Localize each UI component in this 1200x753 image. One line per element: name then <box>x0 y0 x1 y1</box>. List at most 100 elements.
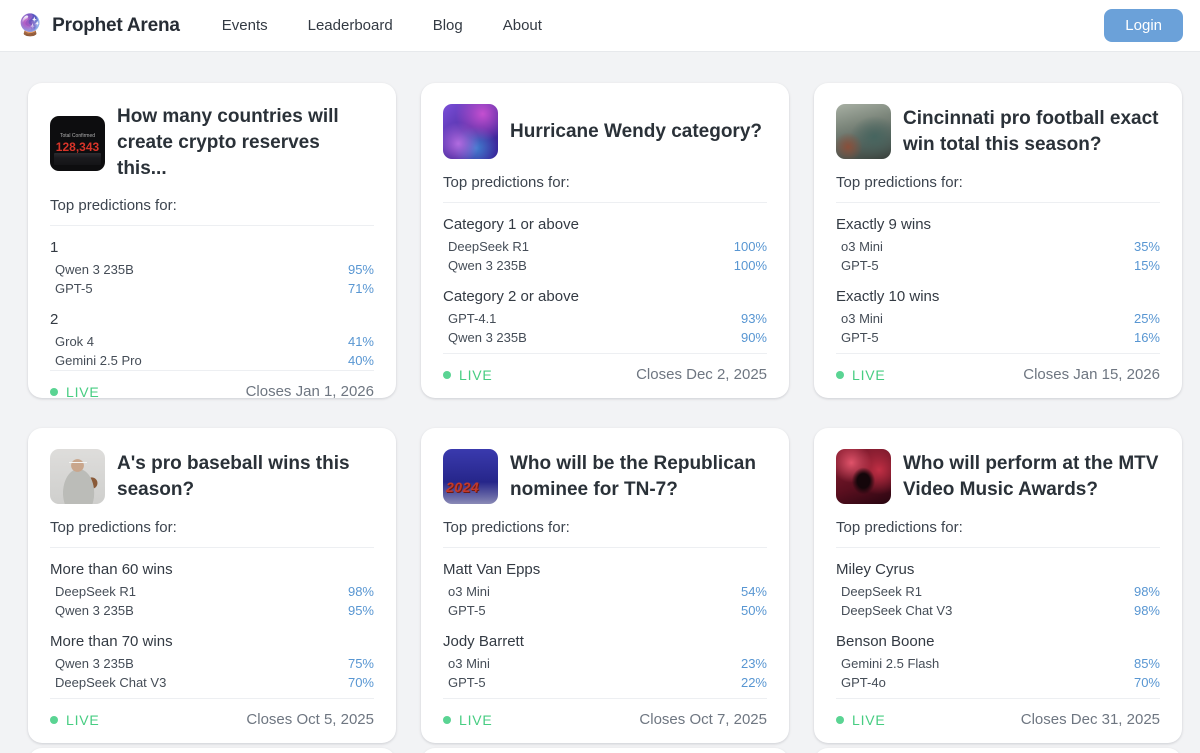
live-status-badge: LIVE <box>836 712 886 728</box>
event-card[interactable]: A's pro baseball wins this season? Top p… <box>28 428 396 743</box>
outcome-group: Category 2 or aboveGPT-4.193%Qwen 3 235B… <box>443 288 767 347</box>
live-dot-icon <box>50 388 58 396</box>
events-page: Total Confirmed128,343 How many countrie… <box>28 83 1182 753</box>
card-footer: LIVE Closes Oct 5, 2025 <box>50 698 374 728</box>
outcome-name: Exactly 9 wins <box>836 216 1160 233</box>
next-row-peek <box>28 748 1182 753</box>
thumbnail-text: Total Confirmed <box>60 133 95 139</box>
event-card[interactable]: Hurricane Wendy category? Top prediction… <box>421 83 789 398</box>
event-title: Who will perform at the MTV Video Music … <box>903 451 1160 503</box>
model-name: o3 Mini <box>841 239 883 254</box>
outcomes-list: Miley CyrusDeepSeek R198%DeepSeek Chat V… <box>836 548 1160 698</box>
nav-link-blog[interactable]: Blog <box>433 17 463 34</box>
live-dot-icon <box>836 716 844 724</box>
prediction-row: o3 Mini 54% <box>443 582 767 601</box>
prediction-row: GPT-516% <box>836 328 1160 347</box>
login-button[interactable]: Login <box>1104 9 1183 42</box>
prediction-percentage: 98% <box>1134 584 1160 599</box>
live-label: LIVE <box>852 712 886 728</box>
prediction-percentage: 98% <box>348 584 374 599</box>
thumbnail-text: 128,343 <box>56 140 99 154</box>
model-name: DeepSeek Chat V3 <box>55 675 166 690</box>
outcome-name: Category 1 or above <box>443 216 767 233</box>
prediction-row: Qwen 3 235B95% <box>50 260 374 279</box>
prediction-row: Qwen 3 235B95% <box>50 601 374 620</box>
top-predictions-label: Top predictions for: <box>443 519 767 536</box>
live-label: LIVE <box>459 367 493 383</box>
live-label: LIVE <box>459 712 493 728</box>
outcome-group: Category 1 or above DeepSeek R1 100%Qwen 3… <box>443 216 767 275</box>
model-name: GPT-5 <box>841 330 879 345</box>
brand-title: Prophet Arena <box>52 15 180 37</box>
model-name: GPT-5 <box>448 675 486 690</box>
prediction-percentage: 90% <box>741 330 767 345</box>
event-card[interactable]: Cincinnati pro football exact win total … <box>814 83 1182 398</box>
model-name: GPT-4.1 <box>448 311 496 326</box>
prediction-percentage: 25% <box>1134 311 1160 326</box>
prediction-percentage: 98% <box>1134 603 1160 618</box>
prediction-row: Qwen 3 235B90% <box>443 328 767 347</box>
top-predictions-label: Top predictions for: <box>836 174 1160 191</box>
model-name: o3 Mini <box>448 584 490 599</box>
nav-link-events[interactable]: Events <box>222 17 268 34</box>
event-title: A's pro baseball wins this season? <box>117 451 374 503</box>
prediction-row: Gemini 2.5 Pro40% <box>50 351 374 370</box>
model-name: DeepSeek R1 <box>55 584 136 599</box>
event-thumbnail: Total Confirmed128,343 <box>50 116 105 171</box>
event-card[interactable]: Total Confirmed128,343 How many countrie… <box>28 83 396 398</box>
card-footer: LIVE Closes Dec 2, 2025 <box>443 353 767 383</box>
prediction-percentage: 22% <box>741 675 767 690</box>
card-footer: LIVE Closes Dec 31, 2025 <box>836 698 1160 728</box>
outcome-group: Exactly 10 wins o3 Mini 25% GPT-516% <box>836 288 1160 347</box>
outcome-name: Jody Barrett <box>443 633 767 650</box>
closes-date: Closes Dec 31, 2025 <box>1021 711 1160 728</box>
closes-date: Closes Dec 2, 2025 <box>636 366 767 383</box>
thumbnail-text: 2024 <box>446 479 479 495</box>
outcomes-list: 1Qwen 3 235B95%GPT-571%2Grok 441%Gemini … <box>50 226 374 370</box>
outcomes-list: More than 60 wins DeepSeek R1 98% Qwen 3 23… <box>50 548 374 698</box>
model-name: GPT-5 <box>55 281 93 296</box>
card-footer: LIVE Closes Oct 7, 2025 <box>443 698 767 728</box>
event-thumbnail <box>443 104 498 159</box>
prediction-row: DeepSeek R198% <box>836 582 1160 601</box>
outcome-name: Exactly 10 wins <box>836 288 1160 305</box>
outcome-name: More than 60 wins <box>50 561 374 578</box>
prediction-row: Qwen 3 235B100% <box>443 256 767 275</box>
prediction-percentage: 70% <box>1134 675 1160 690</box>
outcome-group: Miley CyrusDeepSeek R198%DeepSeek Chat V… <box>836 561 1160 620</box>
prediction-row: o3 Mini 25% <box>836 309 1160 328</box>
card-footer: LIVE Closes Jan 15, 2026 <box>836 353 1160 383</box>
live-dot-icon <box>443 371 451 379</box>
outcomes-list: Category 1 or aboveDeepSeek R1100%Qwen 3… <box>443 203 767 353</box>
card-header: Hurricane Wendy category? <box>443 104 767 159</box>
prediction-percentage: 54% <box>741 584 767 599</box>
live-status-badge: LIVE <box>50 384 100 400</box>
event-card[interactable]: Who will perform at the MTV Video Music … <box>814 428 1182 743</box>
prediction-percentage: 23% <box>741 656 767 671</box>
prediction-row: GPT-4o70% <box>836 673 1160 692</box>
event-thumbnail <box>836 449 891 504</box>
model-name: DeepSeek R1 <box>448 239 529 254</box>
event-card-peek[interactable] <box>421 748 789 753</box>
card-header: Who will perform at the MTV Video Music … <box>836 449 1160 504</box>
prediction-row: GPT-571% <box>50 279 374 298</box>
prediction-row: o3 Mini 35% <box>836 237 1160 256</box>
event-card[interactable]: 2024 Who will be the Republican nominee … <box>421 428 789 743</box>
prediction-percentage: 95% <box>348 603 374 618</box>
nav-link-about[interactable]: About <box>503 17 542 34</box>
event-card-peek[interactable] <box>28 748 396 753</box>
outcome-group: Benson BooneGemini 2.5 Flash85%GPT-4o70% <box>836 633 1160 692</box>
outcome-group: More than 60 wins DeepSeek R1 98% Qwen 3 23… <box>50 561 374 620</box>
outcome-group: Matt Van Eppso3 Mini54%GPT-550% <box>443 561 767 620</box>
prediction-percentage: 41% <box>348 334 374 349</box>
event-title: How many countries will create crypto re… <box>117 104 374 182</box>
prediction-percentage: 35% <box>1134 239 1160 254</box>
prediction-row: DeepSeek Chat V3 98% <box>836 601 1160 620</box>
prediction-percentage: 100% <box>734 258 767 273</box>
model-name: DeepSeek Chat V3 <box>841 603 952 618</box>
prediction-row: GPT-4.193% <box>443 309 767 328</box>
model-name: o3 Mini <box>841 311 883 326</box>
nav-link-leaderboard[interactable]: Leaderboard <box>308 17 393 34</box>
event-card-peek[interactable] <box>814 748 1182 753</box>
closes-date: Closes Jan 1, 2026 <box>246 383 374 400</box>
